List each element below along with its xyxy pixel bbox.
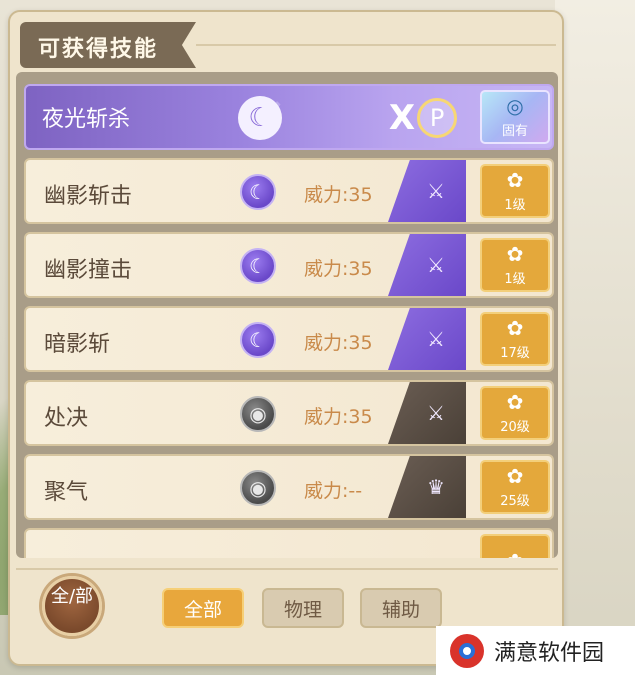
clover-icon: ✿ bbox=[506, 463, 524, 488]
panel-title: 可获得技能 bbox=[38, 37, 159, 62]
clover-icon: ✿ bbox=[506, 241, 524, 266]
clover-icon: ✿ bbox=[506, 167, 524, 192]
skill-name: 幽影斩击 bbox=[44, 184, 133, 209]
all-filter-circle-button[interactable]: 全/部 bbox=[42, 576, 102, 636]
xp-icon: XP bbox=[384, 94, 462, 142]
level-label: 17级 bbox=[500, 345, 530, 361]
skill-tail: ⚔ bbox=[388, 308, 466, 370]
watermark-text: 满意软件园 bbox=[494, 640, 605, 666]
skill-tail: ⚔ bbox=[388, 160, 466, 222]
skill-row[interactable]: 幽影斩击 ☾ 威力:35 ⚔ ✿ 1级 bbox=[24, 158, 554, 224]
skill-row[interactable]: 幽影撞击 ☾ 威力:35 ⚔ ✿ 1级 bbox=[24, 232, 554, 298]
skill-row[interactable]: 聚气 ◉ 威力:-- ♛ ✿ 25级 bbox=[24, 454, 554, 520]
skill-row[interactable]: 处决 ◉ 威力:35 ⚔ ✿ 20级 bbox=[24, 380, 554, 446]
tab-all[interactable]: 全部 bbox=[162, 588, 244, 628]
background-scenery bbox=[555, 0, 635, 675]
skill-row-featured[interactable]: 夜光斩杀 ✕ ☾ XP ◎ 固有 bbox=[24, 84, 554, 150]
level-label: 1级 bbox=[504, 271, 526, 287]
skill-name: 幽影撞击 bbox=[44, 258, 133, 283]
skill-name: 处决 bbox=[44, 406, 89, 431]
header-divider bbox=[196, 44, 556, 46]
skill-tail: ♛ bbox=[388, 456, 466, 518]
moon-icon: ☾ bbox=[238, 96, 282, 140]
panel-title-banner: 可获得技能 bbox=[20, 22, 196, 68]
sword-icon: ⚔ bbox=[427, 401, 445, 425]
skill-power: 威力:35 bbox=[304, 184, 373, 206]
skill-power: 威力:-- bbox=[304, 480, 363, 502]
clover-icon: ✿ bbox=[506, 389, 524, 414]
skill-name: 聚气 bbox=[44, 480, 89, 505]
clover-icon: ✿ bbox=[506, 315, 524, 340]
tab-physical[interactable]: 物理 bbox=[262, 588, 344, 628]
skill-tail: ⚔ bbox=[388, 234, 466, 296]
level-label: 25级 bbox=[500, 493, 530, 509]
sword-icon: ⚔ bbox=[427, 179, 445, 203]
level-badge: ✿ 1级 bbox=[480, 164, 550, 218]
skill-name: 夜光斩杀 bbox=[42, 107, 131, 132]
level-badge: ✿ 20级 bbox=[480, 386, 550, 440]
level-badge: ✿ 25级 bbox=[480, 460, 550, 514]
level-label: 20级 bbox=[500, 419, 530, 435]
moon-icon: ☾ bbox=[240, 322, 276, 358]
innate-badge[interactable]: ◎ 固有 bbox=[480, 90, 550, 144]
neutral-type-icon: ◉ bbox=[240, 470, 276, 506]
innate-label: 固有 bbox=[501, 123, 528, 139]
watermark: 满意软件园 bbox=[436, 626, 635, 675]
tab-support[interactable]: 辅助 bbox=[360, 588, 442, 628]
moon-icon: ☾ bbox=[240, 174, 276, 210]
skill-row[interactable]: 暗影斩 ☾ 威力:35 ⚔ ✿ 17级 bbox=[24, 306, 554, 372]
swirl-icon: ◎ bbox=[506, 93, 524, 118]
level-badge: ✿ 17级 bbox=[480, 312, 550, 366]
moon-icon: ☾ bbox=[240, 248, 276, 284]
level-badge: ✿ 1级 bbox=[480, 238, 550, 292]
skill-name: 暗影斩 bbox=[44, 332, 111, 357]
skill-row-partial[interactable]: ✿ bbox=[24, 528, 554, 558]
watermark-logo-icon bbox=[450, 633, 484, 668]
neutral-type-icon: ◉ bbox=[240, 396, 276, 432]
skill-power: 威力:35 bbox=[304, 258, 373, 280]
level-label: 1级 bbox=[504, 197, 526, 213]
sword-icon: ⚔ bbox=[427, 327, 445, 351]
skill-list[interactable]: 夜光斩杀 ✕ ☾ XP ◎ 固有 幽影斩击 ☾ 威力:35 ⚔ ✿ 1级 幽影撞… bbox=[16, 72, 558, 558]
skill-power: 威力:35 bbox=[304, 332, 373, 354]
skill-tail: ⚔ bbox=[388, 382, 466, 444]
level-badge: ✿ bbox=[480, 534, 550, 558]
skills-panel: 可获得技能 夜光斩杀 ✕ ☾ XP ◎ 固有 幽影斩击 ☾ 威力:35 ⚔ ✿ … bbox=[8, 10, 564, 666]
sword-icon: ⚔ bbox=[427, 253, 445, 277]
crown-icon: ♛ bbox=[427, 475, 445, 499]
clover-icon: ✿ bbox=[507, 551, 524, 558]
skill-power: 威力:35 bbox=[304, 406, 373, 428]
